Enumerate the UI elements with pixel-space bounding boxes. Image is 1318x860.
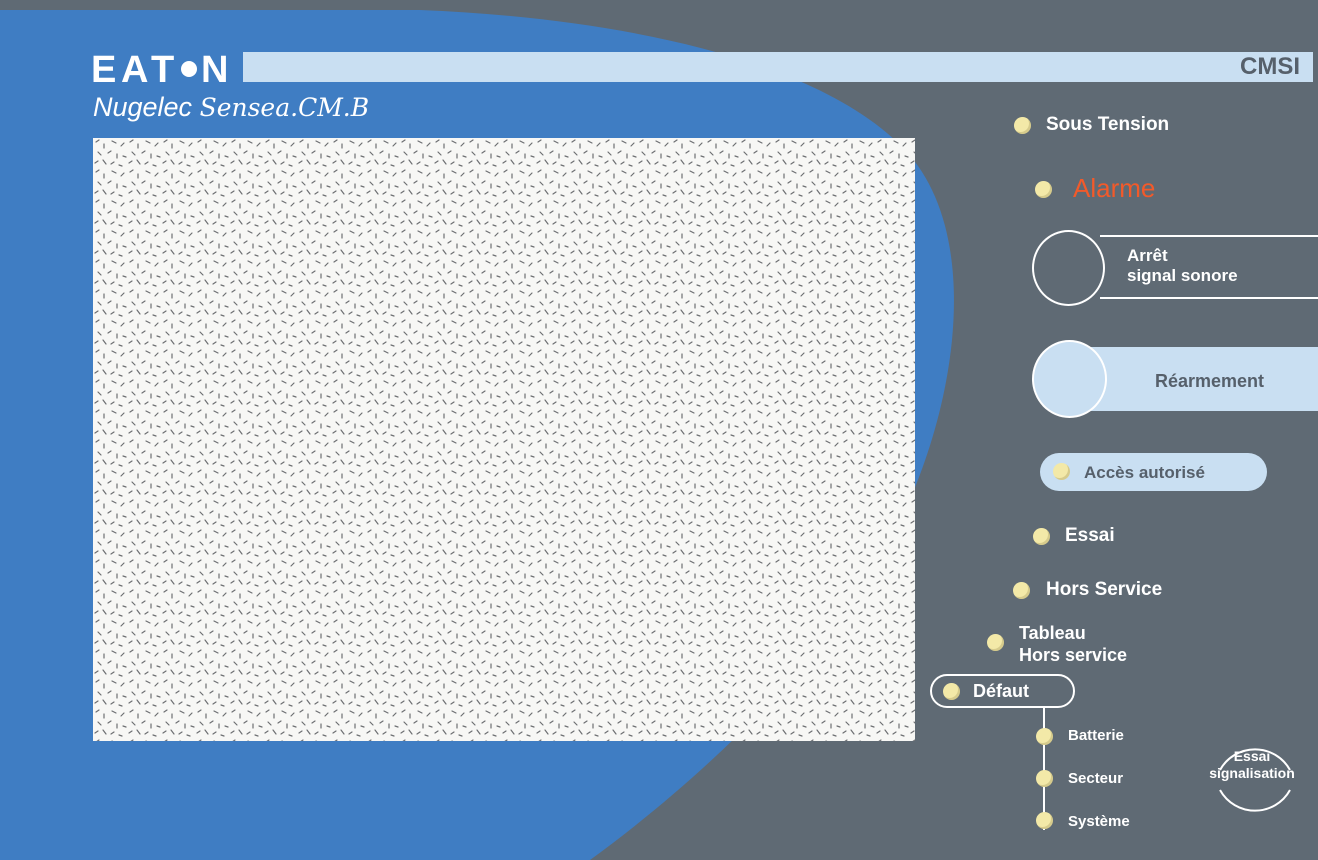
product-subtitle: Nugelec Sensea.CM.B xyxy=(93,92,369,123)
access-label: Accès autorisé xyxy=(1084,463,1205,482)
system-label: Système xyxy=(1068,813,1130,830)
display-texture xyxy=(93,138,915,741)
silence-label-line2: signal sonore xyxy=(1127,266,1238,285)
product-model: Sensea.CM.B xyxy=(199,93,370,122)
svg-text:N: N xyxy=(201,50,228,88)
panel-out-of-service-label: Tableau Hors service xyxy=(1019,622,1127,666)
out-of-service-label: Hors Service xyxy=(1046,579,1163,600)
product-name: Nugelec xyxy=(93,92,193,122)
reset-button[interactable] xyxy=(1032,340,1107,418)
mains-led xyxy=(1036,770,1053,787)
svg-text:T: T xyxy=(151,50,174,88)
power-led xyxy=(1014,117,1031,134)
signal-test-label-line2: signalisation xyxy=(1209,765,1295,781)
out-of-service-led xyxy=(1013,582,1030,599)
system-led xyxy=(1036,812,1053,829)
mains-label: Secteur xyxy=(1068,770,1124,787)
signal-test-label-line1: Essai xyxy=(1233,748,1271,764)
alarm-led xyxy=(1035,181,1052,198)
svg-text:A: A xyxy=(121,50,148,88)
fault-led xyxy=(943,683,960,700)
header-title: CMSI xyxy=(1240,53,1300,80)
test-led xyxy=(1033,528,1050,545)
svg-text:E: E xyxy=(91,50,117,88)
test-label: Essai xyxy=(1065,525,1115,546)
reset-label: Réarmement xyxy=(1155,371,1265,391)
eaton-logo: E A T N xyxy=(91,50,228,88)
fault-label: Défaut xyxy=(973,681,1030,701)
battery-led xyxy=(1036,728,1053,745)
signal-test-label: Essai signalisation xyxy=(1193,748,1311,782)
panel-label-line2: Hors service xyxy=(1019,645,1128,665)
power-label: Sous Tension xyxy=(1046,114,1170,135)
access-led xyxy=(1053,463,1070,480)
cmsi-panel: CMSI E A T N Nugelec Sensea.CM.B Sous Te… xyxy=(0,0,1318,860)
display-screen xyxy=(93,138,915,741)
battery-label: Batterie xyxy=(1068,727,1124,744)
panel-label-line1: Tableau xyxy=(1019,623,1086,643)
silence-button[interactable] xyxy=(1032,230,1105,306)
silence-label: Arrêt signal sonore xyxy=(1127,246,1238,286)
panel-out-of-service-led xyxy=(987,634,1004,651)
silence-label-line1: Arrêt xyxy=(1127,246,1168,265)
alarm-label: Alarme xyxy=(1073,173,1156,203)
header-bar xyxy=(243,52,1313,82)
